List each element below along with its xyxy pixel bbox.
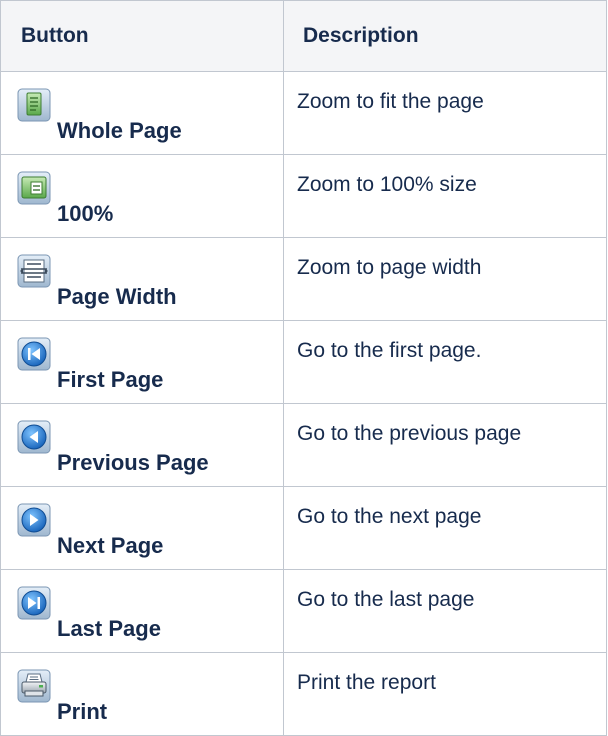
description-cell: Go to the last page [283, 569, 607, 653]
buttons-table: Button Description Whole Page Zoom to fi… [0, 0, 607, 736]
description-text: Go to the previous page [297, 422, 522, 445]
description-text: Zoom to 100% size [297, 173, 477, 196]
button-label: 100% [57, 201, 114, 226]
button-label: Page Width [57, 284, 177, 309]
description-cell: Zoom to 100% size [283, 154, 607, 238]
next-page-icon [17, 503, 51, 537]
table-row: Next Page Go to the next page [0, 486, 607, 570]
description-text: Zoom to page width [297, 256, 482, 279]
button-cell: First Page [0, 320, 284, 404]
whole-page-icon [17, 88, 51, 122]
description-text: Print the report [297, 671, 436, 694]
description-cell: Zoom to fit the page [283, 71, 607, 155]
description-cell: Go to the previous page [283, 403, 607, 487]
description-cell: Print the report [283, 652, 607, 736]
description-text: Zoom to fit the page [297, 90, 484, 113]
header-description: Description [283, 0, 607, 72]
button-label: Next Page [57, 533, 164, 558]
print-icon [17, 669, 51, 703]
button-label: Last Page [57, 616, 161, 641]
table-header-row: Button Description [0, 0, 607, 72]
button-cell: Previous Page [0, 403, 284, 487]
header-button: Button [0, 0, 284, 72]
button-cell: 100% [0, 154, 284, 238]
page-width-icon [17, 254, 51, 288]
button-cell: Page Width [0, 237, 284, 321]
button-cell: Next Page [0, 486, 284, 570]
button-label: Previous Page [57, 450, 209, 475]
description-cell: Go to the next page [283, 486, 607, 570]
table-row: Previous Page Go to the previous page [0, 403, 607, 487]
previous-page-icon [17, 420, 51, 454]
description-text: Go to the first page. [297, 339, 482, 362]
description-text: Go to the last page [297, 588, 475, 611]
description-cell: Go to the first page. [283, 320, 607, 404]
table-row: Page Width Zoom to page width [0, 237, 607, 321]
button-label: Print [57, 699, 108, 724]
button-label: Whole Page [57, 118, 182, 143]
table-row: Last Page Go to the last page [0, 569, 607, 653]
button-cell: Last Page [0, 569, 284, 653]
zoom-100-icon [17, 171, 51, 205]
first-page-icon [17, 337, 51, 371]
header-button-label: Button [21, 24, 89, 47]
description-cell: Zoom to page width [283, 237, 607, 321]
header-description-label: Description [303, 24, 419, 47]
button-cell: Whole Page [0, 71, 284, 155]
button-label: First Page [57, 367, 164, 392]
last-page-icon [17, 586, 51, 620]
table-row: Print Print the report [0, 652, 607, 736]
description-text: Go to the next page [297, 505, 482, 528]
table-row: 100% Zoom to 100% size [0, 154, 607, 238]
table-row: First Page Go to the first page. [0, 320, 607, 404]
table-row: Whole Page Zoom to fit the page [0, 71, 607, 155]
button-cell: Print [0, 652, 284, 736]
